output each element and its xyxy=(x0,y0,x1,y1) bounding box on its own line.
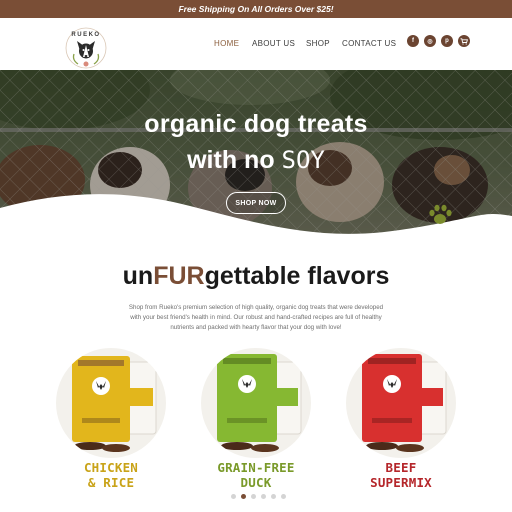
carousel-dot[interactable] xyxy=(281,494,286,499)
carousel-dot-active[interactable] xyxy=(241,494,246,499)
product-image-chicken-rice[interactable] xyxy=(56,348,166,458)
nav-about-us[interactable]: ABOUT US xyxy=(252,39,295,48)
shipping-banner: Free Shipping On All Orders Over $25! xyxy=(0,0,512,18)
nav-contact-us[interactable]: CONTACT US xyxy=(342,39,396,48)
product-name-beef-supermix[interactable]: BEEF SUPERMIX xyxy=(341,460,461,490)
hero-headline: organic dog treats xyxy=(144,110,368,138)
flavors-heading: unFURgettable flavors xyxy=(0,262,512,291)
product-name-grain-free-duck[interactable]: GRAIN-FREE DUCK xyxy=(196,460,316,490)
nav-home[interactable]: HOME xyxy=(214,39,239,48)
flavors-heading-fur: FUR xyxy=(153,262,205,290)
svg-text:RUEKO: RUEKO xyxy=(71,32,100,38)
cart-icon[interactable] xyxy=(458,35,470,47)
product-name-line1: CHICKEN xyxy=(83,460,139,475)
product-name-line2: DUCK xyxy=(240,475,272,490)
paw-print-icon xyxy=(429,204,452,224)
site-header: RUEKO HOME ABOUT US SHOP CONTACT US f ◎ … xyxy=(0,18,512,70)
product-name-chicken-rice[interactable]: CHICKEN & RICE xyxy=(51,460,171,490)
nav-shop[interactable]: SHOP xyxy=(306,39,330,48)
flavors-heading-prefix: un xyxy=(122,262,154,290)
product-name-line1: GRAIN-FREE xyxy=(217,460,295,475)
hero-soy-emphasis: SOY xyxy=(281,146,325,174)
rueko-logo[interactable]: RUEKO xyxy=(62,24,110,72)
instagram-icon[interactable]: ◎ xyxy=(424,35,436,47)
flavors-description: Shop from Rueko's premium selection of h… xyxy=(128,304,384,331)
flavors-heading-suffix: gettable flavors xyxy=(204,262,390,290)
shipping-banner-text: Free Shipping On All Orders Over $25! xyxy=(178,4,334,14)
product-name-line2: & RICE xyxy=(87,475,135,490)
product-name-line1: BEEF xyxy=(385,460,417,475)
carousel-dots xyxy=(231,494,286,499)
carousel-dot[interactable] xyxy=(231,494,236,499)
hero-subheadline-prefix: with no xyxy=(187,146,282,174)
carousel-dot[interactable] xyxy=(261,494,266,499)
dog-logo-icon: RUEKO xyxy=(65,27,107,69)
pinterest-icon[interactable]: p xyxy=(441,35,453,47)
product-image-beef-supermix[interactable] xyxy=(346,348,456,458)
product-image-grain-free-duck[interactable] xyxy=(201,348,311,458)
carousel-dot[interactable] xyxy=(251,494,256,499)
product-name-line2: SUPERMIX xyxy=(370,475,432,490)
carousel-dot[interactable] xyxy=(271,494,276,499)
hero-subheadline: with no SOY xyxy=(0,146,512,175)
facebook-icon[interactable]: f xyxy=(407,35,419,47)
